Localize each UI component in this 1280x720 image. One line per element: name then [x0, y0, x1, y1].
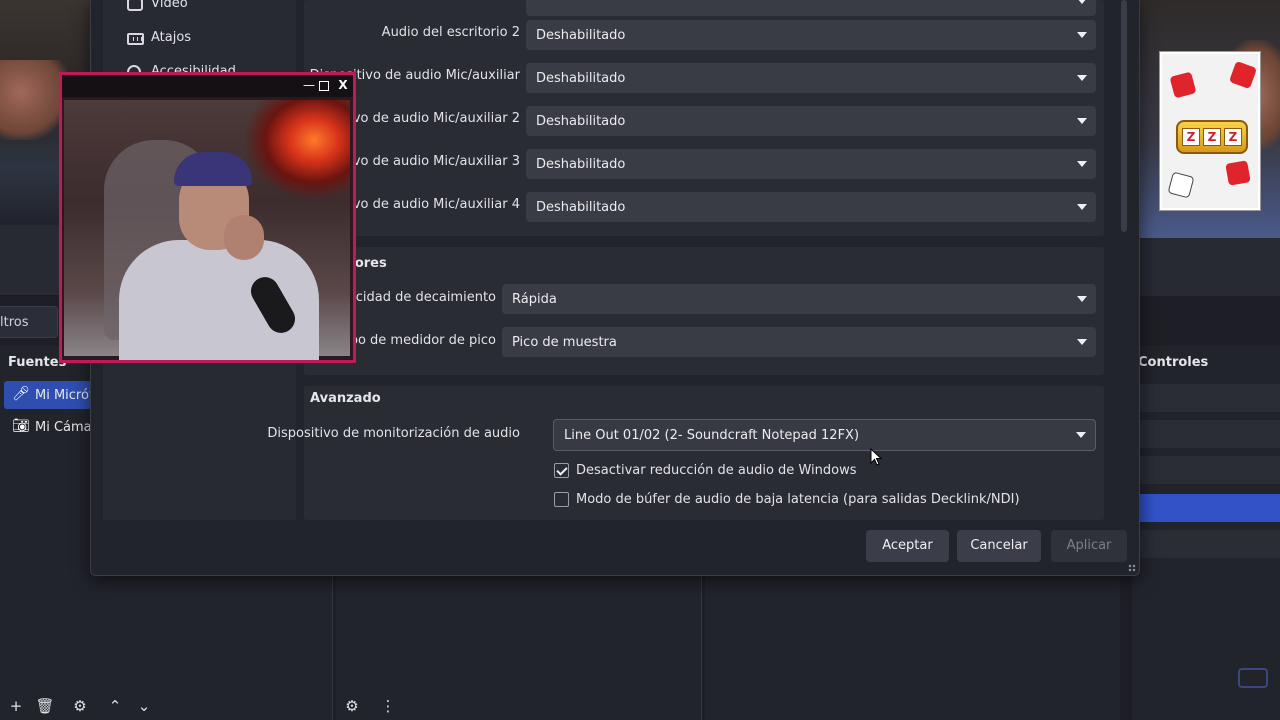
dropdown-value: Deshabilitado	[536, 200, 626, 215]
chevron-down-icon	[1077, 296, 1087, 302]
mouse-cursor-icon	[870, 448, 883, 466]
keyboard-icon	[127, 33, 144, 45]
meter-label: Tipo de medidor de pico	[338, 333, 496, 348]
camera-watermark-icon	[1238, 668, 1268, 688]
slot-machine: Z Z Z	[1176, 120, 1248, 154]
sidebar-item-video[interactable]: Vídeo	[115, 0, 188, 18]
mic-aux-3-dropdown[interactable]: Deshabilitado	[526, 149, 1096, 179]
source-item-label: Mi Cámara	[35, 420, 92, 435]
mic-aux-4-dropdown[interactable]: Deshabilitado	[526, 192, 1096, 222]
video-icon	[127, 0, 143, 11]
device-dropdown-top[interactable]	[526, 0, 1096, 16]
filters-tab-label: ltros	[0, 315, 29, 330]
chevron-down-icon	[1077, 75, 1087, 81]
control-button[interactable]	[1138, 420, 1280, 448]
apply-button[interactable]: Aplicar	[1051, 530, 1127, 562]
source-item-microphone[interactable]: 🎤︎ Mi Micrófono	[4, 381, 92, 409]
webcam-video	[64, 100, 350, 360]
low-latency-buffer-checkbox[interactable]: Modo de búfer de audio de baja latencia …	[554, 492, 1020, 507]
controls-dock: Controles	[1132, 346, 1280, 720]
mic-aux-2-dropdown[interactable]: Deshabilitado	[526, 106, 1096, 136]
sources-dock-title: Fuentes	[8, 355, 67, 370]
control-button[interactable]	[1138, 456, 1280, 484]
filters-tab[interactable]: ltros	[0, 306, 58, 338]
devices-section: Audio del escritorio 2 Deshabilitado Dis…	[297, 0, 1104, 236]
resize-grip-icon[interactable]	[1128, 564, 1136, 572]
chevron-down-icon	[1077, 32, 1087, 38]
dropdown-value: Deshabilitado	[536, 157, 626, 172]
control-button[interactable]	[1138, 384, 1280, 412]
meters-section: Medidores Velocidad de decaimiento Rápid…	[304, 247, 1104, 375]
decay-rate-dropdown[interactable]: Rápida	[502, 284, 1096, 314]
dropdown-value: Rápida	[512, 292, 557, 307]
controls-dock-title: Controles	[1138, 355, 1209, 370]
monitoring-device-dropdown[interactable]: Line Out 01/02 (2- Soundcraft Notepad 12…	[553, 419, 1096, 451]
webcam-frame: — X	[62, 75, 353, 360]
advanced-title: Avanzado	[310, 391, 381, 406]
cancel-button[interactable]: Cancelar	[957, 530, 1041, 562]
scenes-dock: ⚙︎ ⋮	[336, 576, 702, 720]
accept-button[interactable]: Aceptar	[866, 530, 949, 562]
minimize-icon: —	[303, 78, 315, 92]
peak-meter-type-dropdown[interactable]: Pico de muestra	[502, 327, 1096, 357]
sidebar-item-hotkeys[interactable]: Atajos	[115, 30, 191, 52]
sources-toolbar: + 🗑︎ ⚙︎ ⌃ ⌄	[0, 692, 333, 720]
close-icon: X	[338, 78, 348, 92]
slot-reel: Z	[1224, 128, 1242, 146]
camera-icon: 📷︎	[12, 418, 30, 434]
gear-icon[interactable]: ⚙︎	[70, 696, 90, 716]
chevron-down-icon	[1077, 161, 1087, 167]
webcam-titlebar: — X	[62, 75, 353, 97]
chevron-down-icon	[1077, 204, 1087, 210]
audio-mixer-dock	[705, 576, 1120, 720]
control-button[interactable]	[1138, 530, 1280, 558]
checkbox-unchecked[interactable]	[554, 492, 569, 507]
monitoring-device-label: Dispositivo de monitorización de audio	[267, 426, 520, 441]
background-strip-right	[1140, 238, 1280, 296]
disable-ducking-checkbox[interactable]: Desactivar reducción de audio de Windows	[554, 463, 856, 478]
dropdown-value: Deshabilitado	[536, 28, 626, 43]
checkbox-label: Modo de búfer de audio de baja latencia …	[576, 492, 1020, 507]
mic-aux-1-dropdown[interactable]: Deshabilitado	[526, 63, 1096, 93]
transition-settings-icon[interactable]: ⚙︎	[342, 696, 362, 716]
webcam-overlay-window: — X	[59, 72, 356, 363]
trash-icon[interactable]: 🗑︎	[35, 696, 55, 716]
settings-content: Audio del escritorio 2 Deshabilitado Dis…	[267, 0, 1119, 520]
slot-reel: Z	[1182, 128, 1200, 146]
sidebar-item-label: Vídeo	[151, 0, 188, 11]
control-button-active[interactable]	[1138, 494, 1280, 522]
checkbox-checked[interactable]	[554, 463, 569, 478]
microphone-icon: 🎤︎	[12, 386, 30, 402]
chevron-down-icon	[1077, 118, 1087, 124]
source-item-camera[interactable]: 📷︎ Mi Cámara	[4, 413, 92, 441]
chevron-down-icon	[1077, 339, 1087, 345]
dropdown-value: Deshabilitado	[536, 71, 626, 86]
settings-scrollbar[interactable]	[1121, 0, 1127, 232]
desktop-audio-2-dropdown[interactable]: Deshabilitado	[526, 20, 1096, 50]
slot-reel: Z	[1203, 128, 1221, 146]
slot-machine-graphic: Z Z Z	[1160, 52, 1260, 210]
chevron-down-icon[interactable]: ⌄	[134, 696, 154, 716]
source-item-label: Mi Micrófono	[35, 388, 92, 403]
chevron-down-icon	[1076, 432, 1086, 438]
dropdown-value: Deshabilitado	[536, 114, 626, 129]
checkbox-label: Desactivar reducción de audio de Windows	[576, 463, 857, 478]
sidebar-item-label: Atajos	[151, 30, 192, 45]
add-icon[interactable]: +	[6, 696, 26, 716]
dropdown-value: Line Out 01/02 (2- Soundcraft Notepad 12…	[564, 428, 860, 443]
device-label: Audio del escritorio 2	[381, 25, 520, 40]
chevron-up-icon[interactable]: ⌃	[105, 696, 125, 716]
more-options-icon[interactable]: ⋮	[378, 696, 398, 716]
maximize-icon	[319, 81, 329, 91]
dropdown-value: Pico de muestra	[512, 335, 617, 350]
advanced-section: Avanzado Dispositivo de monitorización d…	[267, 386, 1104, 520]
